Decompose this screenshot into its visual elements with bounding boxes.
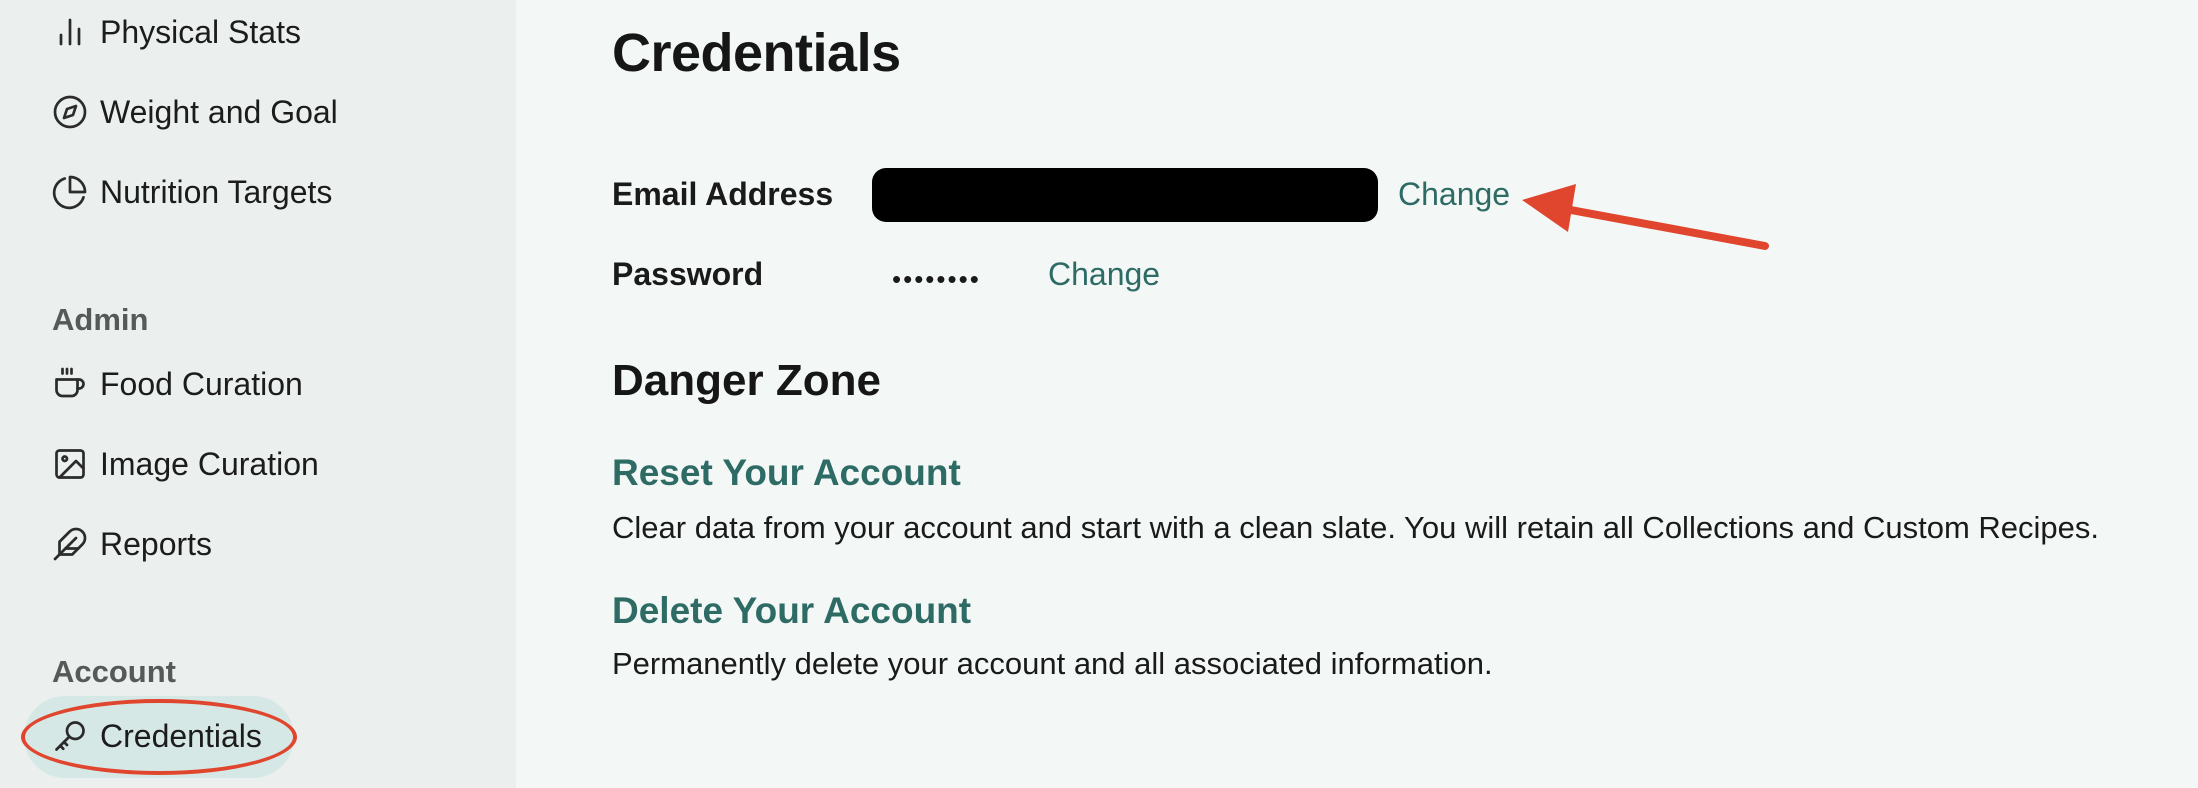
change-email-link[interactable]: Change [1398,176,1510,213]
password-label: Password [612,256,764,292]
sidebar-section-admin: Admin [52,302,149,337]
sidebar-item-label: Food Curation [100,365,303,402]
sidebar-item-reports[interactable]: Reports [52,520,212,568]
compass-icon [52,94,88,130]
change-password-link[interactable]: Change [1048,256,1160,293]
pie-chart-icon [52,174,88,210]
bar-chart-icon [52,14,88,50]
reset-account-link[interactable]: Reset Your Account [612,452,961,494]
sidebar-item-label: Credentials [100,717,262,754]
password-masked-value: •••••••• [892,264,981,294]
sidebar-item-physical-stats[interactable]: Physical Stats [52,8,301,56]
image-icon [52,446,88,482]
feather-icon [52,526,88,562]
reset-account-description: Clear data from your account and start w… [612,510,2100,545]
sidebar-item-label: Weight and Goal [100,93,338,130]
delete-account-link[interactable]: Delete Your Account [612,590,971,632]
sidebar-item-label: Image Curation [100,445,319,482]
email-value-redacted [872,168,1378,222]
danger-zone-heading: Danger Zone [612,356,881,405]
page-title: Credentials [612,23,901,83]
sidebar-item-label: Physical Stats [100,13,301,50]
email-label: Email Address [612,176,834,212]
annotation-arrow [1522,184,1769,250]
sidebar: Physical Stats Weight and Goal Nutrition… [0,0,516,788]
main-content: Credentials Email Address Change Passwor… [516,0,2198,788]
sidebar-item-weight-and-goal[interactable]: Weight and Goal [52,88,338,136]
coffee-cup-icon [52,366,88,402]
sidebar-item-label: Reports [100,525,213,562]
sidebar-item-credentials[interactable]: Credentials [52,712,262,760]
sidebar-item-label: Nutrition Targets [100,173,333,210]
sidebar-item-food-curation[interactable]: Food Curation [52,360,303,408]
sidebar-item-nutrition-targets[interactable]: Nutrition Targets [52,168,332,216]
delete-account-description: Permanently delete your account and all … [612,646,1493,681]
sidebar-item-image-curation[interactable]: Image Curation [52,440,319,488]
sidebar-section-account: Account [52,654,176,689]
key-icon [52,718,88,754]
